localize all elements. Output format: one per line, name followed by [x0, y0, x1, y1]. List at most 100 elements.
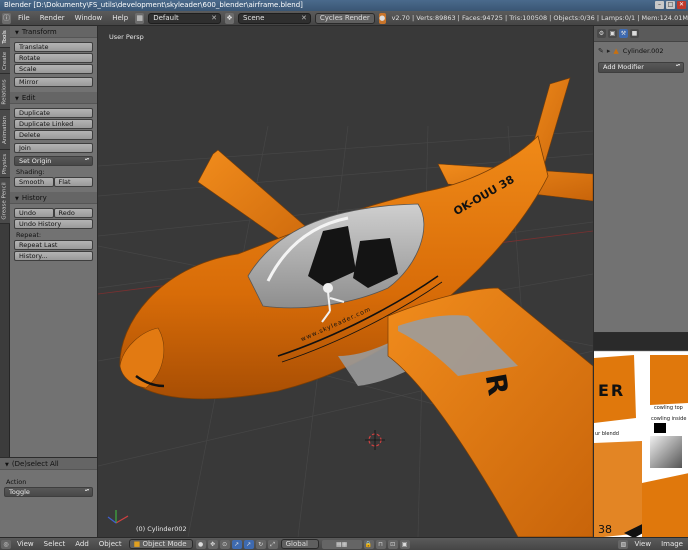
snap-icon[interactable]: ⊓ [375, 539, 386, 549]
delete-button[interactable]: Delete [14, 130, 93, 140]
render-preview-icon[interactable]: ▣ [399, 539, 410, 549]
window-title-bar: Blender [D:\Dokumenty\FS_utils\developme… [0, 0, 688, 11]
uv-number: 38 [598, 523, 612, 536]
properties-header: ⚙ ▣ ⚒ ■ [594, 26, 688, 42]
scene-icon[interactable]: ❖ [225, 12, 235, 24]
transform-panel-header[interactable]: ▼ Transform [10, 26, 97, 38]
duplicate-button[interactable]: Duplicate [14, 108, 93, 118]
rotate-button[interactable]: Rotate [14, 53, 93, 63]
image-editor-icon[interactable]: ▧ [618, 539, 629, 549]
tab-relations[interactable]: Relations [0, 74, 10, 110]
window-title: Blender [D:\Dokumenty\FS_utils\developme… [4, 1, 303, 9]
smooth-button[interactable]: Smooth [14, 177, 54, 187]
repeat-label: Repeat: [16, 231, 42, 239]
render-engine-dropdown[interactable]: Cycles Render [314, 12, 375, 24]
render-icon[interactable]: ▣ [608, 29, 617, 38]
tool-shelf-tabs: Tools Create Relations Animation Physics… [0, 26, 10, 457]
layout-field[interactable]: Default ✕ [148, 12, 222, 24]
pivot-point-icon[interactable]: ✥ [207, 539, 218, 549]
set-origin-dropdown[interactable]: Set Origin [14, 156, 93, 166]
info-editor-icon[interactable]: ⓘ [2, 12, 11, 24]
tool-shelf: ▼ Transform Translate Rotate Scale Mirror… [10, 26, 98, 457]
duplicate-linked-button[interactable]: Duplicate Linked [14, 119, 93, 129]
undo-history-button[interactable]: Undo History [14, 219, 93, 229]
triangle-down-icon: ▼ [15, 96, 19, 102]
operator-panel-header[interactable]: ▼ (De)select All [0, 458, 97, 470]
layout-grid-icon[interactable]: ▦ [135, 12, 145, 24]
uv-menu-image[interactable]: Image [656, 540, 688, 548]
undo-button[interactable]: Undo [14, 208, 54, 218]
menu-select[interactable]: Select [39, 540, 71, 548]
tab-animation[interactable]: Animation [0, 110, 10, 150]
triangle-down-icon: ▼ [15, 196, 19, 202]
triangle-down-icon: ▼ [5, 462, 9, 468]
history-panel-header[interactable]: ▼ History [10, 192, 97, 204]
menu-view[interactable]: View [12, 540, 39, 548]
close-button[interactable]: ✕ [677, 1, 686, 9]
edit-panel-header[interactable]: ▼ Edit [10, 92, 97, 104]
translate-button[interactable]: Translate [14, 42, 93, 52]
object-icon[interactable]: ■ [630, 29, 639, 38]
mirror-button[interactable]: Mirror [14, 77, 93, 87]
scale-manipulator-icon[interactable]: ⤢ [267, 539, 278, 549]
axis-gizmo [107, 510, 129, 524]
snap-target-icon[interactable]: ⊡ [387, 539, 398, 549]
transform-pivot-icon[interactable]: ⊙ [219, 539, 230, 549]
menu-help[interactable]: Help [107, 14, 133, 22]
uv-label-blend: ur blendd [595, 431, 619, 437]
operator-panel: ▼ (De)select All Action Toggle [0, 457, 98, 537]
repeat-last-button[interactable]: Repeat Last [14, 240, 93, 250]
scale-button[interactable]: Scale [14, 64, 93, 74]
minimize-button[interactable]: – [655, 1, 664, 9]
orientation-dropdown[interactable]: Global [280, 539, 319, 549]
object-name: Cylinder.002 [622, 47, 664, 55]
uv-label-cowling-top: cowling top [654, 405, 683, 411]
menu-file[interactable]: File [13, 14, 35, 22]
lock-icon[interactable]: 🔒 [363, 539, 374, 549]
menu-render[interactable]: Render [35, 14, 70, 22]
menu-window[interactable]: Window [70, 14, 108, 22]
viewport-shading-icon[interactable]: ● [195, 539, 206, 549]
scene-field[interactable]: Scene ✕ [238, 12, 311, 24]
menu-add[interactable]: Add [70, 540, 94, 548]
translate-manipulator-icon[interactable]: ↗ [243, 539, 254, 549]
uv-label-cowling-inside: cowling inside [651, 416, 687, 422]
tab-grease-pencil[interactable]: Grease Pencil [0, 178, 10, 224]
tab-physics[interactable]: Physics [0, 150, 10, 178]
triangle-down-icon: ▼ [15, 30, 19, 36]
uv-menu-view[interactable]: View [629, 540, 656, 548]
redo-button[interactable]: Redo [53, 208, 93, 218]
manipulator-toggle-icon[interactable]: ↗ [231, 539, 242, 549]
properties-editor: ⚙ ▣ ⚒ ■ ✎ ▸ ▲ Cylinder.002 Add Modifier [593, 26, 688, 332]
flat-button[interactable]: Flat [53, 177, 93, 187]
3d-cursor-icon[interactable] [365, 430, 385, 450]
properties-editor-icon[interactable]: ⚙ [597, 29, 606, 38]
action-dropdown[interactable]: Toggle [4, 487, 93, 497]
pin-icon[interactable]: ✎ [598, 47, 604, 55]
uv-image-editor[interactable]: ER cowling top cowling inside ur blendd … [593, 332, 688, 537]
uv-big-text: ER [598, 381, 626, 400]
mode-dropdown[interactable]: ■ Object Mode [128, 539, 193, 549]
viewport-scene [98, 77, 593, 537]
menu-object[interactable]: Object [94, 540, 127, 548]
history-button[interactable]: History... [14, 251, 93, 261]
view-name: User Persp [109, 33, 144, 41]
tab-create[interactable]: Create [0, 48, 10, 74]
active-object-label: (0) Cylinder002 [136, 525, 187, 533]
shading-label: Shading: [16, 168, 45, 176]
blender-logo-icon: ● [378, 12, 386, 24]
maximize-button[interactable]: □ [666, 1, 675, 9]
action-label: Action [6, 478, 27, 486]
3d-view-header: ◎ View Select Add Object ■ Object Mode ●… [0, 537, 688, 550]
add-modifier-dropdown[interactable]: Add Modifier [598, 62, 684, 73]
scene-stats: v2.70 | Verts:89863 | Faces:94725 | Tris… [391, 14, 688, 22]
info-header: ⓘ File Render Window Help ▦ Default ✕ ❖ S… [0, 11, 688, 26]
3d-view-editor-icon[interactable]: ◎ [1, 539, 11, 549]
join-button[interactable]: Join [14, 143, 93, 153]
modifier-context: ✎ ▸ ▲ Cylinder.002 [594, 42, 688, 60]
layer-buttons[interactable]: ▦▦ [321, 539, 362, 549]
wrench-icon[interactable]: ⚒ [619, 29, 628, 38]
rotate-manipulator-icon[interactable]: ↻ [255, 539, 266, 549]
3d-viewport[interactable]: OK-OUU 38 www.skyleader.com R User Persp… [98, 26, 593, 537]
tab-tools[interactable]: Tools [0, 26, 10, 48]
